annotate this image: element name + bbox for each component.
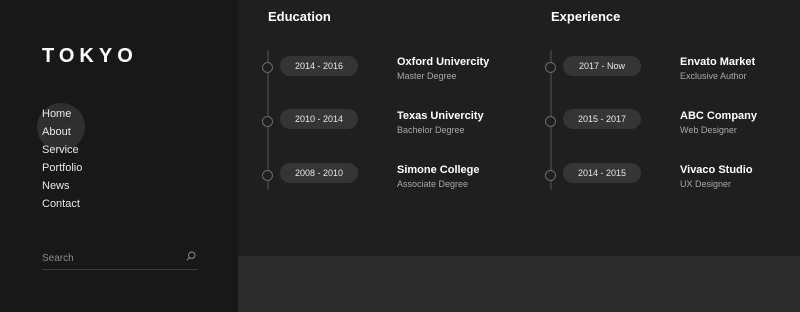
- nav-link-portfolio[interactable]: Portfolio: [42, 162, 82, 174]
- nav-link-about[interactable]: About: [42, 126, 71, 138]
- nav-item-portfolio[interactable]: Portfolio: [42, 160, 82, 178]
- main-nav: Home About Service Portfolio News Contac…: [42, 106, 82, 214]
- nav-link-news[interactable]: News: [42, 180, 70, 192]
- bottom-panel: [238, 256, 800, 312]
- experience-years-badge: 2015 - 2017: [563, 109, 641, 129]
- search-icon[interactable]: [186, 251, 196, 261]
- timeline-dot: [262, 170, 273, 181]
- education-institution: Oxford Univercity: [397, 56, 490, 68]
- search-box: [42, 248, 198, 270]
- nav-link-home[interactable]: Home: [42, 108, 71, 120]
- experience-role: UX Designer: [680, 179, 732, 189]
- education-institution: Simone College: [397, 164, 480, 176]
- nav-item-home[interactable]: Home: [42, 106, 82, 124]
- education-degree: Associate Degree: [397, 179, 469, 189]
- search-input[interactable]: [42, 249, 172, 268]
- site-logo[interactable]: TOKYO: [42, 45, 138, 68]
- timeline-dot: [262, 62, 273, 73]
- nav-item-about[interactable]: About: [42, 124, 82, 142]
- experience-role: Web Designer: [680, 125, 737, 135]
- experience-years-badge: 2017 - Now: [563, 56, 641, 76]
- experience-company: Vivaco Studio: [680, 164, 753, 176]
- nav-item-contact[interactable]: Contact: [42, 196, 82, 214]
- timeline-dot: [545, 62, 556, 73]
- education-title: Education: [268, 9, 331, 24]
- nav-link-service[interactable]: Service: [42, 144, 79, 156]
- experience-company: ABC Company: [680, 110, 758, 122]
- timeline-dot: [545, 170, 556, 181]
- experience-years-badge: 2014 - 2015: [563, 163, 641, 183]
- education-degree: Bachelor Degree: [397, 125, 465, 135]
- education-years-badge: 2008 - 2010: [280, 163, 358, 183]
- experience-title: Experience: [551, 9, 621, 24]
- nav-item-service[interactable]: Service: [42, 142, 82, 160]
- nav-item-news[interactable]: News: [42, 178, 82, 196]
- experience-company: Envato Market: [680, 56, 756, 68]
- timeline-dot: [545, 116, 556, 127]
- experience-role: Exclusive Author: [680, 71, 747, 81]
- education-degree: Master Degree: [397, 71, 457, 81]
- nav-link-contact[interactable]: Contact: [42, 198, 80, 210]
- education-years-badge: 2010 - 2014: [280, 109, 358, 129]
- timeline-dot: [262, 116, 273, 127]
- education-institution: Texas Univercity: [397, 110, 484, 122]
- sidebar: TOKYO Home About Service Portfolio News …: [0, 0, 238, 312]
- education-years-badge: 2014 - 2016: [280, 56, 358, 76]
